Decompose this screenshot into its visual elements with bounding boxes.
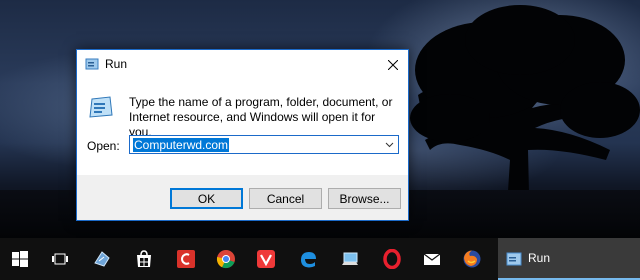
start-button[interactable] — [0, 238, 40, 280]
taskbar-ccleaner[interactable] — [166, 238, 206, 280]
firefox-icon — [463, 250, 481, 268]
taskbar-edge[interactable] — [288, 238, 328, 280]
taskbar-run-label: Run — [528, 251, 551, 265]
close-icon — [388, 59, 398, 70]
edge-icon — [301, 252, 316, 268]
opera-icon — [383, 249, 401, 269]
task-view-icon — [52, 253, 68, 265]
run-program-icon — [89, 96, 113, 118]
taskbar-opera[interactable] — [372, 238, 412, 280]
taskbar-this-pc[interactable] — [330, 238, 370, 280]
dialog-title: Run — [105, 57, 128, 71]
store-icon — [137, 250, 151, 267]
task-view-button[interactable] — [40, 238, 80, 280]
dialog-titlebar[interactable]: Run — [77, 50, 408, 79]
this-pc-icon — [342, 252, 358, 265]
vivaldi-icon — [257, 250, 275, 268]
open-combobox[interactable]: Computerwd.com — [129, 135, 399, 154]
dialog-body: Type the name of a program, folder, docu… — [77, 79, 408, 175]
open-input-value[interactable]: Computerwd.com — [133, 138, 230, 152]
taskbar-firefox[interactable] — [452, 238, 492, 280]
taskbar-vivaldi[interactable] — [246, 238, 286, 280]
run-icon — [506, 252, 522, 266]
taskbar-run-item[interactable]: Run — [498, 238, 640, 280]
chrome-icon — [216, 250, 235, 269]
dialog-description: Type the name of a program, folder, docu… — [129, 95, 393, 139]
taskbar-mail[interactable] — [412, 238, 452, 280]
open-label: Open: — [87, 139, 120, 153]
app-3d-icon — [94, 251, 110, 267]
windows-start-icon — [12, 251, 28, 267]
mail-icon — [423, 253, 441, 265]
taskbar-chrome[interactable] — [206, 238, 246, 280]
browse-button[interactable]: Browse... — [328, 188, 401, 209]
run-dialog: Run Type the name of a program, folder, … — [76, 49, 409, 221]
taskbar: Run — [0, 238, 640, 280]
cancel-button[interactable]: Cancel — [249, 188, 322, 209]
chevron-down-icon[interactable] — [385, 140, 394, 149]
ok-button[interactable]: OK — [170, 188, 243, 209]
close-button[interactable] — [378, 50, 408, 79]
run-icon — [85, 58, 99, 70]
taskbar-app-3d[interactable] — [82, 238, 122, 280]
ccleaner-icon — [177, 250, 195, 268]
taskbar-store[interactable] — [124, 238, 164, 280]
